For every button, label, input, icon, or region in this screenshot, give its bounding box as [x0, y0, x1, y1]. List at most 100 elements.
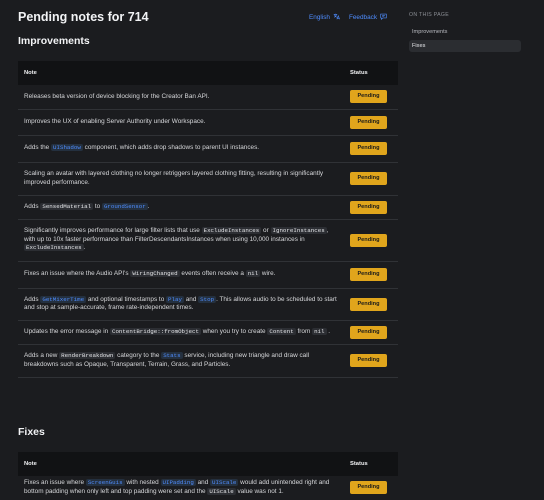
column-header-status: Status [344, 452, 398, 476]
note-text: . [326, 327, 331, 335]
status-cell: Pending [344, 219, 398, 262]
note-text: and optional timestamps to [86, 295, 167, 303]
toc-heading: ON THIS PAGE [409, 12, 450, 18]
api-link[interactable]: UIPadding [160, 479, 196, 487]
api-link[interactable]: GetMixerTime [40, 295, 87, 303]
note-cell: Fixes an issue where the Audio API's Wir… [18, 261, 344, 289]
table-row: Improves the UX of enabling Server Autho… [18, 109, 398, 136]
note-text: events often receive a [179, 270, 246, 278]
table-row: Scaling an avatar with layered clothing … [18, 162, 398, 196]
api-link[interactable]: ScreenGuis [85, 479, 125, 487]
api-link[interactable]: UIShadow [51, 144, 83, 152]
inline-code: Content [267, 327, 296, 335]
api-link[interactable]: GroundSensor [101, 202, 148, 210]
column-header-note: Note [18, 61, 344, 85]
status-badge: Pending [350, 481, 387, 495]
api-link[interactable]: UIScale [210, 479, 239, 487]
translate-icon [333, 13, 340, 22]
feedback-label: Feedback [348, 14, 378, 21]
language-label: English [309, 14, 330, 21]
note-text: . [83, 244, 86, 252]
api-link[interactable]: Stats [161, 352, 183, 359]
note-text: Improves the UX of enabling Server Autho… [24, 117, 206, 125]
language-selector[interactable]: English [309, 13, 340, 22]
note-cell: Significantly improves performance for l… [18, 219, 344, 262]
status-badge: Pending [350, 354, 387, 367]
inline-code: RenderBreakdown [59, 352, 116, 359]
table-row: Releases beta version of device blocking… [18, 85, 398, 110]
note-cell: Updates the error message in ContentBrid… [18, 320, 344, 345]
api-link[interactable]: Stop [198, 295, 217, 303]
note-text: to [93, 202, 102, 210]
note-cell: Adds a new RenderBreakdown category to t… [18, 344, 344, 378]
note-text: wire. [260, 270, 276, 278]
note-cell: Adds GetMixerTime and optional timestamp… [18, 288, 344, 321]
inline-code: WiringChanged [130, 270, 180, 278]
note-text: with nested [124, 479, 161, 487]
note-cell: Fixes an issue where ScreenGuis with nes… [18, 476, 344, 500]
status-badge: Pending [350, 325, 387, 339]
status-badge: Pending [350, 172, 387, 185]
feedback-link[interactable]: Feedback [349, 13, 387, 22]
page-title: Pending notes for 714 [18, 10, 149, 24]
table-header-row: Note Status [18, 452, 398, 476]
table-row: Adds a new RenderBreakdown category to t… [18, 344, 398, 378]
note-text: Adds the [24, 144, 52, 152]
status-badge: Pending [350, 90, 387, 104]
note-text: Adds a new [24, 352, 60, 359]
note-text: Significantly improves performance for l… [24, 227, 202, 235]
inline-code: nil [245, 270, 261, 278]
table-row: Updates the error message in ContentBrid… [18, 320, 398, 345]
note-text: and [183, 295, 199, 303]
column-header-note: Note [18, 452, 344, 476]
note-text: Releases beta version of device blocking… [24, 92, 210, 100]
header-links: English Feedback [309, 13, 387, 22]
note-text: . [147, 202, 150, 210]
toc-item-improvements[interactable]: Improvements [409, 26, 521, 38]
note-text: when you try to create [200, 327, 268, 335]
note-cell: Adds SensedMaterial to GroundSensor. [18, 195, 344, 220]
note-cell: Improves the UX of enabling Server Autho… [18, 109, 344, 136]
status-cell: Pending [344, 288, 398, 321]
inline-code: ContentBridge::fromObject [109, 327, 201, 335]
status-badge: Pending [350, 297, 387, 311]
status-badge: Pending [350, 115, 387, 129]
api-link[interactable]: Play [166, 295, 184, 303]
status-cell: Pending [344, 476, 398, 500]
inline-code: UIScale [207, 487, 236, 495]
table-row: Adds the UIShadow component, which adds … [18, 135, 398, 163]
note-text: component, which adds drop shadows to pa… [82, 144, 260, 152]
status-cell: Pending [344, 261, 398, 289]
inline-code: SensedMaterial [40, 202, 94, 210]
improvements-table: Note Status Releases beta version of dev… [18, 61, 398, 378]
note-text: from [295, 327, 313, 335]
toc-item-fixes[interactable]: Fixes [409, 40, 521, 52]
status-cell: Pending [344, 344, 398, 378]
note-text: and [195, 479, 211, 487]
feedback-icon [380, 13, 387, 22]
table-row: Fixes an issue where ScreenGuis with nes… [18, 476, 398, 500]
status-badge: Pending [350, 233, 387, 247]
status-cell: Pending [344, 195, 398, 220]
note-cell: Releases beta version of device blocking… [18, 85, 344, 110]
table-header-row: Note Status [18, 61, 398, 85]
note-text: or [261, 227, 271, 235]
fixes-table: Note Status Fixes an issue where ScreenG… [18, 452, 398, 500]
section-title-improvements: Improvements [18, 35, 90, 47]
section-title-fixes: Fixes [18, 426, 45, 438]
inline-code: ExcludeInstances [201, 227, 262, 235]
note-cell: Adds the UIShadow component, which adds … [18, 135, 344, 163]
table-row: Significantly improves performance for l… [18, 219, 398, 262]
note-text: Fixes an issue where [24, 479, 86, 487]
note-cell: Scaling an avatar with layered clothing … [18, 162, 344, 196]
table-of-contents: ON THIS PAGE Improvements Fixes [409, 12, 521, 54]
status-badge: Pending [350, 142, 387, 155]
status-cell: Pending [344, 135, 398, 163]
status-badge: Pending [350, 200, 387, 214]
note-text: Adds [24, 202, 41, 210]
note-text: value was not 1. [235, 487, 284, 495]
note-text: Adds [24, 295, 41, 303]
note-text: Fixes an issue where the Audio API's [24, 270, 131, 278]
table-row: Fixes an issue where the Audio API's Wir… [18, 261, 398, 289]
status-badge: Pending [350, 268, 387, 281]
